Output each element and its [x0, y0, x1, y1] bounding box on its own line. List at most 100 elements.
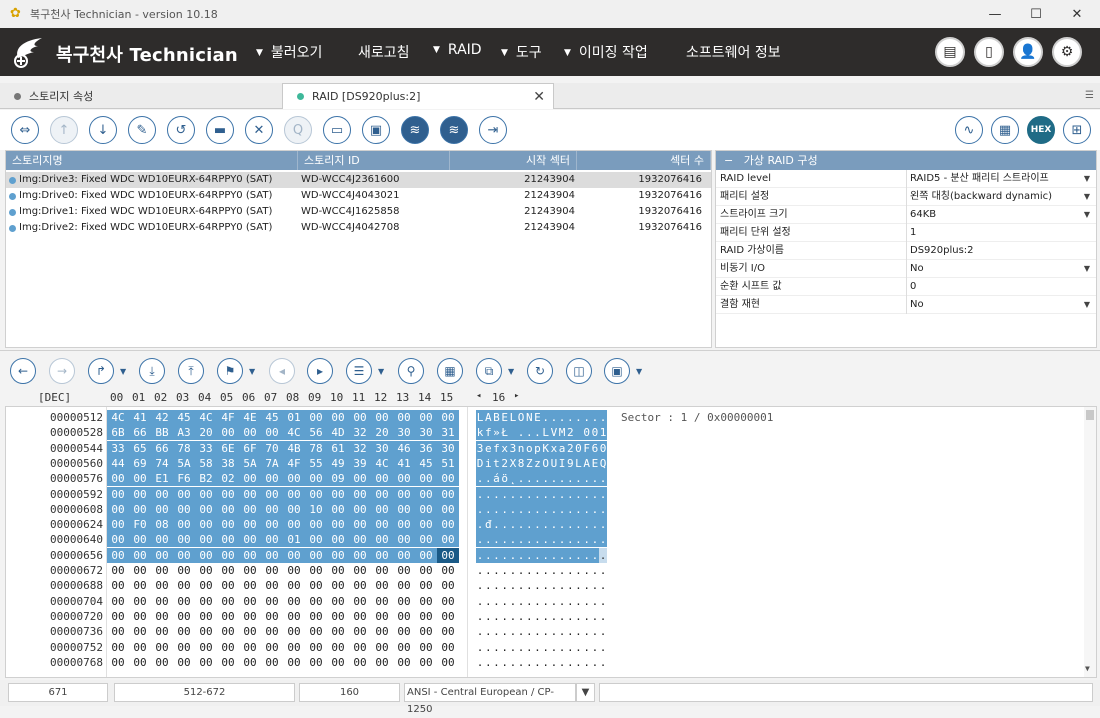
ascii-char[interactable]: .: [492, 532, 501, 548]
hex-byte[interactable]: 00: [327, 640, 349, 655]
ascii-char[interactable]: 2: [500, 455, 509, 471]
hex-byte[interactable]: 00: [239, 624, 261, 639]
ascii-char[interactable]: .: [492, 594, 500, 609]
ascii-char[interactable]: .: [492, 578, 500, 593]
hex-byte[interactable]: 00: [173, 501, 195, 517]
ascii-char[interactable]: .: [484, 655, 492, 670]
hex-byte[interactable]: 78: [305, 440, 327, 456]
ascii-char[interactable]: .: [525, 532, 534, 548]
hex-byte[interactable]: 00: [239, 517, 261, 533]
hex-byte[interactable]: 00: [349, 532, 371, 548]
ascii-char[interactable]: .: [591, 578, 599, 593]
ascii-char[interactable]: .: [590, 471, 599, 487]
hex-byte[interactable]: 00: [305, 517, 327, 533]
ascii-char[interactable]: .: [574, 624, 582, 639]
ascii-char[interactable]: .: [566, 471, 575, 487]
hex-byte[interactable]: 00: [217, 547, 239, 563]
ascii-char[interactable]: đ: [484, 517, 493, 533]
hex-editor[interactable]: 00000512 4C 41 42 45 4C 4F 4E 45 01 00 00 00 00 00 00 00…: [5, 406, 1097, 678]
tab-storage-properties[interactable]: 스토리지 속성: [0, 83, 282, 109]
dropdown-arrow-icon[interactable]: ▼: [1084, 188, 1090, 206]
ascii-char[interactable]: 2: [566, 440, 575, 456]
ascii-char[interactable]: .: [590, 410, 599, 425]
hex-byte[interactable]: 4C: [283, 425, 305, 441]
ascii-char[interactable]: .: [599, 410, 608, 425]
ascii-char[interactable]: .: [525, 563, 533, 578]
ascii-char[interactable]: .: [533, 532, 542, 548]
hex-byte[interactable]: 00: [371, 486, 393, 502]
raid-property-row[interactable]: 패리티 설정 왼쪽 대칭(backward dynamic) ▼: [716, 188, 1096, 206]
tab-list-menu-icon[interactable]: ☰: [1085, 90, 1094, 101]
table-row[interactable]: Img:Drive0: Fixed WDC WD10EURX-64RPPY0 (…: [6, 188, 711, 204]
hex-byte[interactable]: 00: [261, 578, 283, 593]
hex-byte[interactable]: 00: [107, 517, 129, 533]
hex-byte[interactable]: 39: [349, 455, 371, 471]
hex-byte[interactable]: BB: [151, 425, 173, 441]
hex-byte[interactable]: 00: [195, 547, 217, 563]
grid-select-icon[interactable]: ▦: [437, 358, 463, 384]
hex-byte[interactable]: F0: [129, 517, 151, 533]
hex-byte[interactable]: 00: [283, 594, 305, 609]
ascii-char[interactable]: U: [549, 455, 558, 471]
hex-byte[interactable]: 00: [393, 594, 415, 609]
ascii-char[interactable]: .: [591, 594, 599, 609]
hex-byte[interactable]: 00: [371, 578, 393, 593]
ascii-char[interactable]: .: [484, 501, 493, 517]
hex-byte[interactable]: 4B: [283, 440, 305, 456]
ascii-char[interactable]: .: [542, 609, 550, 624]
ascii-char[interactable]: .: [590, 486, 599, 502]
ascii-char[interactable]: .: [566, 655, 574, 670]
tab-raid[interactable]: RAID [DS920plus:2] ✕: [282, 83, 554, 109]
hex-byte[interactable]: 00: [151, 624, 173, 639]
hex-byte[interactable]: 00: [261, 594, 283, 609]
hex-byte[interactable]: 00: [415, 486, 437, 502]
hex-byte[interactable]: 6E: [217, 440, 239, 456]
hex-byte[interactable]: 00: [107, 563, 129, 578]
ascii-char[interactable]: .: [599, 624, 607, 639]
hex-byte[interactable]: 00: [437, 594, 459, 609]
dropdown-arrow-icon[interactable]: ▼: [1084, 296, 1090, 314]
hex-byte[interactable]: 00: [129, 594, 151, 609]
hex-byte[interactable]: 32: [349, 425, 371, 441]
ascii-char[interactable]: .: [484, 609, 492, 624]
hex-byte[interactable]: 00: [195, 532, 217, 548]
ascii-char[interactable]: .: [599, 609, 607, 624]
hex-byte[interactable]: 00: [107, 532, 129, 548]
hex-byte[interactable]: 51: [437, 455, 459, 471]
menu-tools[interactable]: ▼ 도구: [501, 42, 542, 62]
save-dropdown-icon[interactable]: ▼: [636, 367, 642, 376]
ascii-char[interactable]: .: [517, 547, 526, 563]
hex-byte[interactable]: 69: [129, 455, 151, 471]
ascii-char[interactable]: .: [574, 655, 582, 670]
ascii-char[interactable]: .: [558, 532, 567, 548]
ascii-char[interactable]: .: [550, 624, 558, 639]
ascii-char[interactable]: .: [583, 594, 591, 609]
waveform-icon[interactable]: ∿: [955, 116, 983, 144]
hex-byte[interactable]: 00: [415, 640, 437, 655]
ascii-char[interactable]: .: [484, 547, 493, 563]
ascii-char[interactable]: .: [541, 532, 550, 548]
ascii-char[interactable]: .: [542, 578, 550, 593]
raid-property-value[interactable]: DS920plus:2: [910, 242, 974, 260]
hex-byte[interactable]: 00: [151, 655, 173, 670]
hex-byte[interactable]: 00: [129, 655, 151, 670]
user-icon[interactable]: 👤: [1013, 37, 1043, 67]
ascii-char[interactable]: .: [558, 624, 566, 639]
hex-byte[interactable]: 00: [261, 563, 283, 578]
ascii-char[interactable]: .: [476, 640, 484, 655]
split-view-icon[interactable]: ◫: [566, 358, 592, 384]
ascii-char[interactable]: .: [517, 425, 526, 441]
hex-byte[interactable]: 00: [217, 609, 239, 624]
hex-byte[interactable]: 00: [415, 609, 437, 624]
ascii-char[interactable]: .: [484, 532, 493, 548]
ascii-char[interactable]: .: [484, 594, 492, 609]
ascii-char[interactable]: .: [517, 594, 525, 609]
hex-byte[interactable]: 00: [261, 624, 283, 639]
raid-property-value[interactable]: 0: [910, 278, 916, 296]
hex-byte[interactable]: 00: [393, 609, 415, 624]
ascii-char[interactable]: .: [549, 486, 558, 502]
hex-byte[interactable]: 00: [437, 563, 459, 578]
ascii-char[interactable]: .: [476, 471, 485, 487]
ascii-char[interactable]: 2: [566, 425, 575, 441]
hex-byte[interactable]: 00: [327, 501, 349, 517]
